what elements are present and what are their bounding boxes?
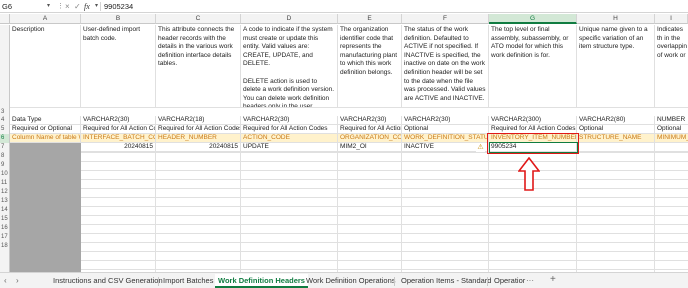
row-header-6[interactable]: 6	[0, 134, 10, 143]
enter-icon[interactable]: ✓	[74, 1, 81, 12]
column-header-g[interactable]: G	[489, 14, 577, 24]
data-type-cell-i[interactable]: NUMBER	[655, 116, 688, 125]
row-header-7[interactable]: 7	[0, 143, 10, 152]
data-cell-h[interactable]	[577, 143, 655, 152]
description-label-cell[interactable]: Description	[10, 25, 81, 108]
row-header-14[interactable]: 14	[0, 206, 10, 215]
data-type-cell-e[interactable]: VARCHAR2(30)	[338, 116, 402, 125]
column-header-i[interactable]: I	[655, 14, 688, 24]
row-header-2[interactable]	[0, 25, 10, 115]
tab-separator	[487, 277, 488, 286]
row-header-3[interactable]: 3	[0, 108, 10, 116]
data-type-cell-g[interactable]: VARCHAR2(300)	[489, 116, 577, 125]
column-header-e[interactable]: E	[338, 14, 402, 24]
data-cell-i[interactable]	[655, 143, 688, 152]
red-arrow-up-icon	[518, 157, 540, 191]
column-header-a[interactable]: A	[10, 14, 81, 24]
required-cell-h[interactable]: Optional	[577, 125, 655, 134]
description-cell-h[interactable]: Unique name given to a specific variatio…	[577, 25, 655, 108]
formula-input[interactable]: 9905234	[104, 1, 133, 12]
column-name-cell-f[interactable]: WORK_DEFINITION_STATUS	[402, 134, 489, 143]
column-name-cell-h[interactable]: STRUCTURE_NAME	[577, 134, 655, 143]
row-header-18[interactable]: 18	[0, 242, 10, 272]
data-type-cell-b[interactable]: VARCHAR2(30)	[81, 116, 156, 125]
formula-dropdown-icon[interactable]: ▾	[95, 1, 98, 12]
data-cell-b[interactable]: 20240815	[81, 143, 156, 152]
tab-work-definition-headers[interactable]: Work Definition Headers	[215, 274, 308, 288]
required-cell-e[interactable]: Required for All Action Codes	[338, 125, 402, 134]
name-box[interactable]: G6	[1, 1, 45, 12]
sheet-tab-bar: ‹ › Instructions and CSV Generation Impo…	[0, 272, 688, 288]
warning-icon[interactable]: ⚠	[476, 143, 485, 152]
data-type-cell-c[interactable]: VARCHAR2(18)	[156, 116, 241, 125]
description-cell-b[interactable]: User-defined import batch code.	[81, 25, 156, 108]
more-tabs-icon[interactable]: ···	[526, 275, 534, 287]
column-name-label-cell[interactable]: Column Name of table WIS	[10, 134, 81, 143]
insert-function-icon[interactable]: fx	[84, 1, 90, 12]
column-header-b[interactable]: B	[81, 14, 156, 24]
required-label-cell[interactable]: Required or Optional	[10, 125, 81, 134]
required-cell-c[interactable]: Required for All Action Codes	[156, 125, 241, 134]
data-type-cell-d[interactable]: VARCHAR2(30)	[241, 116, 338, 125]
gray-shaded-area	[10, 143, 81, 272]
description-cell-e[interactable]: The organization identifier code that re…	[338, 25, 402, 108]
data-cell-c[interactable]: 20240815	[156, 143, 241, 152]
tab-scroll-left-icon[interactable]: ‹	[4, 275, 7, 287]
red-highlight-box	[487, 133, 579, 154]
column-name-cell-d[interactable]: ACTION_CODE	[241, 134, 338, 143]
row-header-5[interactable]: 5	[0, 125, 10, 134]
required-cell-i[interactable]: Optional	[655, 125, 688, 134]
add-sheet-icon[interactable]: +	[550, 274, 556, 286]
column-name-cell-i[interactable]: MINIMUM_	[655, 134, 688, 143]
required-cell-d[interactable]: Required for All Action Codes	[241, 125, 338, 134]
data-type-cell-f[interactable]: VARCHAR2(30)	[402, 116, 489, 125]
description-cell-g[interactable]: The top level or final assembly, subasse…	[489, 25, 577, 108]
column-header-f[interactable]: F	[402, 14, 489, 24]
column-header-d[interactable]: D	[241, 14, 338, 24]
data-type-cell-h[interactable]: VARCHAR2(80)	[577, 116, 655, 125]
tab-separator	[394, 277, 395, 286]
data-cell-d[interactable]: UPDATE	[241, 143, 338, 152]
row-header-9[interactable]: 9	[0, 161, 10, 170]
description-cell-c[interactable]: This attribute connects the header recor…	[156, 25, 241, 108]
formula-bar: G6 ▾ ⋮ × ✓ fx ▾ 9905234	[0, 0, 688, 13]
row-header-16[interactable]: 16	[0, 224, 10, 233]
more-options-icon[interactable]: ⋮	[57, 1, 64, 12]
tab-separator	[158, 277, 159, 286]
tab-work-definition-operations[interactable]: Work Definition Operations	[306, 274, 395, 288]
cancel-icon[interactable]: ×	[65, 1, 70, 12]
row-header-15[interactable]: 15	[0, 215, 10, 224]
tab-instructions-and-csv-generation[interactable]: Instructions and CSV Generation	[53, 274, 163, 288]
column-name-cell-c[interactable]: HEADER_NUMBER	[156, 134, 241, 143]
row-header-4[interactable]: 4	[0, 116, 10, 125]
data-type-label-cell[interactable]: Data Type	[10, 116, 81, 125]
row-header-12[interactable]: 12	[0, 188, 10, 197]
name-box-dropdown-icon[interactable]: ▾	[47, 1, 50, 12]
formula-separator	[100, 2, 101, 11]
required-cell-b[interactable]: Required for All Action Codes	[81, 125, 156, 134]
data-cell-e[interactable]: MIM2_OI	[338, 143, 402, 152]
required-cell-f[interactable]: Optional	[402, 125, 489, 134]
row-header-11[interactable]: 11	[0, 179, 10, 188]
column-name-cell-b[interactable]: INTERFACE_BATCH_CODE	[81, 134, 156, 143]
description-cell-f[interactable]: The status of the work definition. Defau…	[402, 25, 489, 108]
row-header-17[interactable]: 17	[0, 233, 10, 242]
empty-grid-rows[interactable]	[81, 152, 688, 272]
tab-import-batches[interactable]: Import Batches	[163, 274, 213, 288]
column-header-c[interactable]: C	[156, 14, 241, 24]
row-header-8[interactable]: 8	[0, 152, 10, 161]
description-cell-d[interactable]: A code to indicate if the system must cr…	[241, 25, 338, 108]
column-name-cell-e[interactable]: ORGANIZATION_CODE	[338, 134, 402, 143]
tab-scroll-right-icon[interactable]: ›	[16, 275, 19, 287]
column-header-h[interactable]: H	[577, 14, 655, 24]
tab-operation-items-standard[interactable]: Operation Items - Standard	[401, 274, 491, 288]
select-all-corner[interactable]	[0, 14, 10, 24]
row-header-10[interactable]: 10	[0, 170, 10, 179]
description-cell-i[interactable]: Indicates th in the overlappin of work o…	[655, 25, 688, 108]
tab-operation-truncated[interactable]: Operatior	[494, 274, 525, 288]
row-header-13[interactable]: 13	[0, 197, 10, 206]
